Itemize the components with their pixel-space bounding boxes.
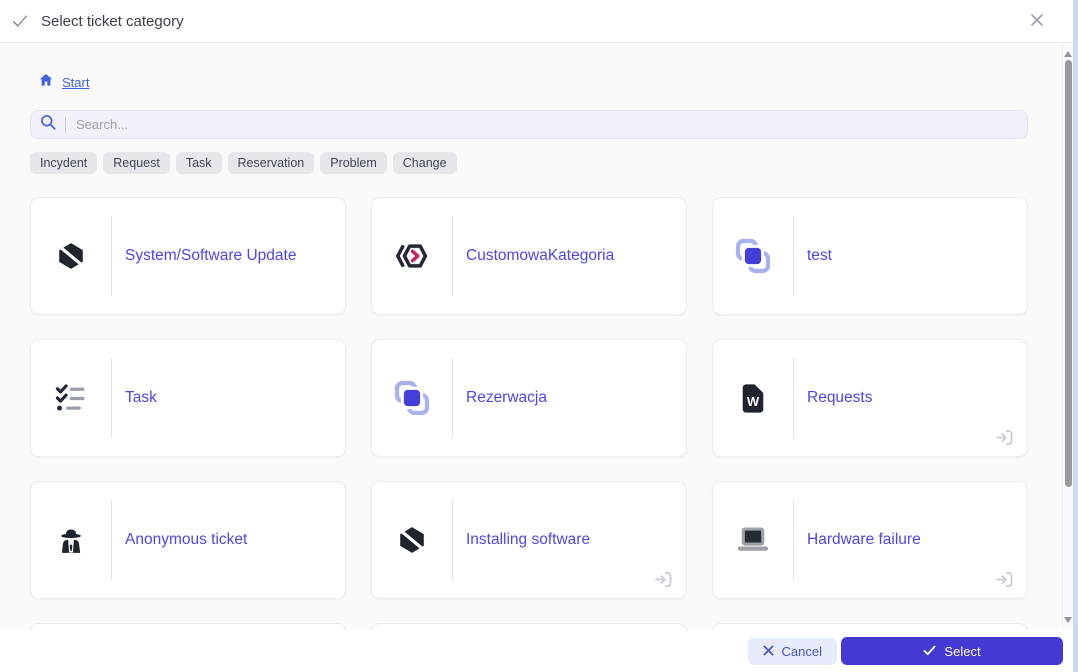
category-label: Requests (794, 340, 1027, 456)
cancel-button[interactable]: Cancel (748, 638, 837, 665)
filter-chip-incydent[interactable]: Incydent (30, 152, 97, 174)
enter-icon (994, 427, 1015, 448)
scrollbar-down-arrow[interactable] (1064, 617, 1072, 623)
category-label: Task (112, 340, 345, 456)
check-icon (9, 10, 31, 32)
search-bar[interactable] (30, 110, 1028, 139)
category-label: CustomowaKategoria (453, 198, 686, 314)
close-icon (1030, 13, 1044, 30)
dialog-title: Select ticket category (41, 13, 184, 30)
category-label: test (794, 198, 1027, 314)
category-label: Installing software (453, 482, 686, 598)
copy-squares-icon (372, 340, 452, 456)
dialog-footer: Cancel Select (0, 630, 1073, 672)
home-icon[interactable] (38, 72, 54, 93)
enter-icon (994, 569, 1015, 590)
package-icon (372, 482, 452, 598)
scrollbar-thumb[interactable] (1065, 60, 1072, 487)
category-card[interactable]: Anonymous ticket (30, 481, 346, 599)
search-divider (65, 117, 66, 133)
filter-chip-task[interactable]: Task (176, 152, 222, 174)
category-card[interactable]: test (712, 197, 1028, 315)
category-card-partial[interactable] (371, 623, 687, 630)
category-card[interactable]: W Requests (712, 339, 1028, 457)
breadcrumb: Start (38, 72, 89, 93)
custom-category-icon (372, 198, 452, 314)
category-label: System/Software Update (112, 198, 345, 314)
filter-chip-row: Incydent Request Task ReservationProblem Cha… (30, 152, 457, 174)
category-card[interactable]: Rezerwacja (371, 339, 687, 457)
category-label: Anonymous ticket (112, 482, 345, 598)
category-card-partial[interactable] (30, 623, 346, 630)
category-card[interactable]: Hardware failure (712, 481, 1028, 599)
category-card[interactable]: Task (30, 339, 346, 457)
select-button[interactable]: Select (841, 637, 1063, 665)
filter-chip-reservation[interactable]: Reservation (228, 152, 315, 174)
laptop-icon (713, 482, 793, 598)
select-label: Select (944, 644, 980, 659)
category-card[interactable]: System/Software Update (30, 197, 346, 315)
breadcrumb-start-link[interactable]: Start (62, 75, 89, 90)
category-card[interactable]: CustomowaKategoria (371, 197, 687, 315)
scrollbar-up-arrow[interactable] (1064, 51, 1072, 57)
spy-icon (31, 482, 111, 598)
dialog-header: Select ticket category (0, 0, 1078, 43)
cancel-label: Cancel (782, 644, 822, 659)
page-background-edge (1073, 0, 1078, 672)
category-grid: System/Software Update CustomowaKategoria… (30, 197, 1028, 630)
svg-text:W: W (747, 394, 760, 409)
filter-chip-problem[interactable]: Problem (320, 152, 387, 174)
enter-icon (653, 569, 674, 590)
filter-chip-request[interactable]: Request (103, 152, 170, 174)
category-label: Rezerwacja (453, 340, 686, 456)
word-file-icon: W (713, 340, 793, 456)
category-card[interactable]: Installing software (371, 481, 687, 599)
search-input[interactable] (76, 117, 1019, 132)
filter-chip-change[interactable]: Change (393, 152, 457, 174)
category-label: Hardware failure (794, 482, 1027, 598)
search-icon (39, 113, 58, 137)
checklist-icon (31, 340, 111, 456)
copy-squares-icon (713, 198, 793, 314)
scrollbar[interactable] (1062, 44, 1073, 630)
close-button[interactable] (1025, 9, 1049, 33)
dialog-body: Start Incydent Request Task ReservationProb… (0, 44, 1073, 630)
package-icon (31, 198, 111, 314)
cancel-x-icon (763, 644, 774, 659)
select-check-icon (923, 644, 936, 659)
category-card-partial[interactable] (712, 623, 1028, 630)
